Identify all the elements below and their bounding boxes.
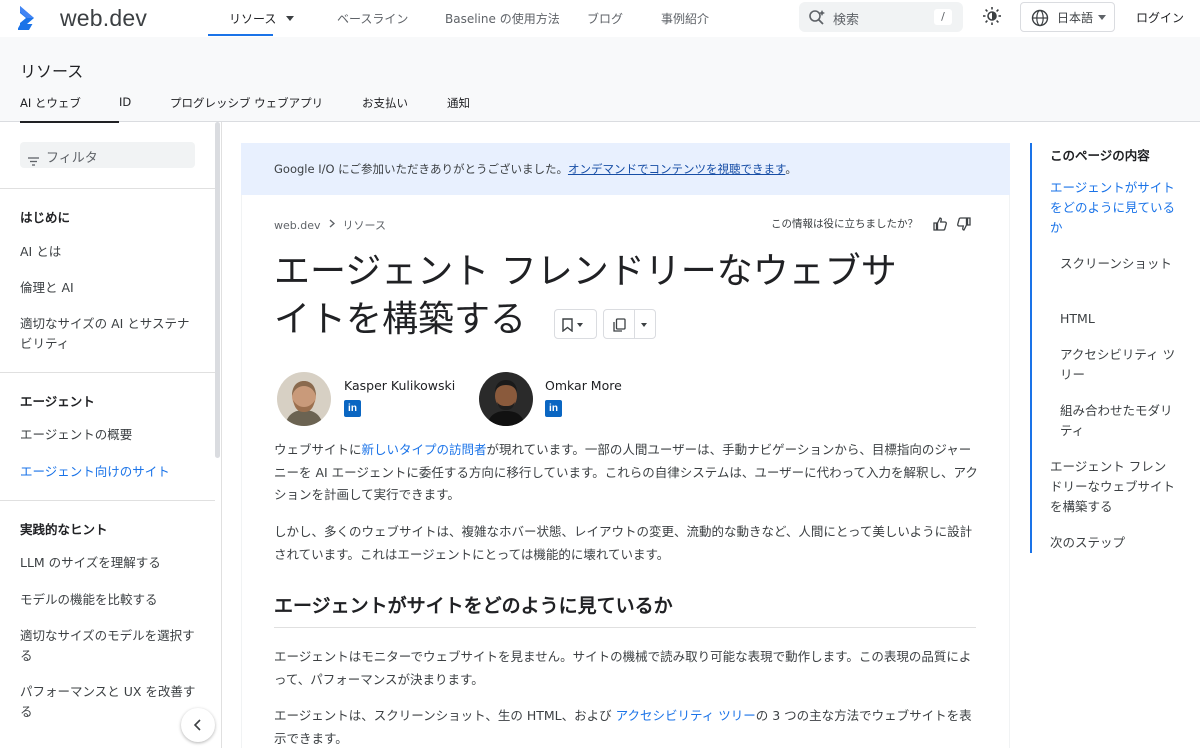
bookmark-button[interactable] — [554, 309, 597, 339]
sidebar-heading-intro: はじめに — [20, 210, 71, 225]
paragraph-text: ウェブサイトに — [274, 442, 362, 457]
nav-resources[interactable]: リソース — [208, 0, 295, 37]
copy-button[interactable] — [603, 309, 656, 339]
sidebar-divider — [0, 500, 215, 501]
feedback-prompt: この情報は役に立ちましたか？ — [771, 218, 918, 230]
top-bar: web.dev リソース ベースライン Baseline の使用方法 ブログ 事… — [0, 0, 1200, 37]
sidebar-divider — [0, 372, 215, 373]
bookmark-icon — [562, 318, 573, 332]
author-name: Omkar More — [545, 378, 622, 393]
filter-icon — [28, 151, 39, 170]
sidebar-item-what-is-ai[interactable]: AI とは — [20, 242, 200, 262]
toc-item[interactable]: スクリーンショット — [1060, 254, 1185, 274]
avatar[interactable] — [277, 372, 331, 426]
sidebar-item-right-sized-ai[interactable]: 適切なサイズの AI とサステナビリティ — [20, 314, 200, 354]
page-title-line-1: エージェント フレンドリーなウェブサ — [274, 251, 897, 292]
active-nav-indicator — [208, 34, 273, 36]
tab-payments[interactable]: お支払い — [362, 95, 408, 122]
collapse-sidebar-button[interactable] — [181, 708, 215, 742]
search-input[interactable]: 検索 — [833, 9, 859, 28]
left-sidebar: フィルタ はじめに AI とは 倫理と AI 適切なサイズの AI とサステナビ… — [0, 122, 222, 748]
language-label: 日本語 — [1057, 10, 1094, 25]
chevron-right-icon — [329, 219, 335, 231]
accessibility-tree-link[interactable]: アクセシビリティ ツリー — [616, 708, 756, 723]
chevron-down-icon — [286, 16, 295, 21]
toc-item[interactable]: エージェントがサイトをどのように見ているか — [1050, 178, 1175, 238]
article-paragraph: エージェントはモニターでウェブサイトを見ません。サイトの機械で読み取り可能な表現… — [274, 649, 972, 687]
sidebar-divider — [0, 188, 215, 189]
thumbs-up-icon[interactable] — [932, 216, 948, 236]
breadcrumb-resources[interactable]: リソース — [343, 217, 386, 233]
sidebar-heading-agents: エージェント — [20, 394, 95, 409]
tab-notifications[interactable]: 通知 — [447, 95, 470, 122]
article-paragraph: しかし、多くのウェブサイトは、複雑なホバー状態、レイアウトの変更、流動的な動きな… — [274, 524, 973, 562]
site-logo[interactable]: web.dev — [16, 4, 148, 32]
nav-blog[interactable]: ブログ — [587, 0, 623, 37]
sidebar-item-choose-model[interactable]: 適切なサイズのモデルを選択する — [20, 626, 200, 666]
article-paragraph: エージェントは、スクリーンショット、生の HTML、および アクセシビリティ ツ… — [274, 705, 979, 748]
article-paragraph: ウェブサイトに新しいタイプの訪問者が現れています。一部の人間ユーザーは、手動ナビ… — [274, 439, 979, 507]
logo-text: web.dev — [60, 4, 148, 31]
chevron-down-icon — [577, 323, 583, 327]
sidebar-item-compare-models[interactable]: モデルの機能を比較する — [20, 590, 200, 610]
toc-item[interactable]: 次のステップ — [1050, 533, 1175, 553]
banner-text: Google I/O にご参加いただきありがとうございました。オンデマンドでコン… — [274, 161, 797, 177]
search-spark-icon — [808, 9, 826, 29]
tab-label: AI とウェブ — [20, 96, 81, 110]
avatar[interactable] — [479, 372, 533, 426]
chevron-down-icon — [1098, 14, 1107, 20]
filter-input[interactable]: フィルタ — [20, 142, 195, 168]
sidebar-item-sites-for-agents[interactable]: エージェント向けのサイト — [20, 462, 200, 482]
thumbs-down-icon[interactable] — [956, 216, 972, 236]
linkedin-icon[interactable]: in — [344, 400, 361, 417]
toc-item[interactable]: アクセシビリティ ツリー — [1060, 345, 1185, 385]
toc-item[interactable]: エージェント フレンドリーなウェブサイトを構築する — [1050, 457, 1175, 517]
breadcrumb-home[interactable]: web.dev — [274, 219, 321, 232]
sidebar-scrollbar[interactable] — [215, 122, 220, 458]
sidebar-item-llm-size[interactable]: LLM のサイズを理解する — [20, 553, 200, 573]
chevron-left-icon — [193, 719, 201, 731]
toc-item[interactable]: HTML — [1060, 309, 1185, 329]
nav-resources-label: リソース — [229, 12, 277, 26]
nav-baseline[interactable]: ベースライン — [337, 0, 408, 37]
section-title: リソース — [20, 62, 84, 81]
tab-id[interactable]: ID — [119, 95, 131, 122]
new-visitors-link[interactable]: 新しいタイプの訪問者 — [362, 442, 487, 457]
language-selector[interactable]: 日本語 — [1020, 2, 1115, 32]
author-name: Kasper Kulikowski — [344, 378, 456, 393]
sidebar-item-agents-overview[interactable]: エージェントの概要 — [20, 425, 200, 445]
tab-pwa[interactable]: プログレッシブ ウェブアプリ — [170, 95, 323, 122]
toc-title: このページの内容 — [1050, 148, 1150, 163]
table-of-contents: このページの内容 エージェントがサイトをどのように見ているか スクリーンショット… — [1030, 143, 1190, 553]
copy-icon — [613, 318, 626, 332]
nav-case-studies[interactable]: 事例紹介 — [661, 0, 709, 37]
paragraph-text: エージェントは、スクリーンショット、生の HTML、および — [274, 708, 616, 723]
banner-suffix: 。 — [785, 162, 797, 176]
search-shortcut-key: / — [934, 9, 952, 25]
announcement-banner: Google I/O にご参加いただきありがとうございました。オンデマンドでコン… — [241, 143, 1010, 195]
breadcrumb: web.dev リソース — [274, 217, 386, 233]
theme-toggle-icon[interactable] — [982, 6, 1002, 30]
linkedin-icon[interactable]: in — [545, 400, 562, 417]
button-divider — [634, 310, 635, 338]
nav-baseline-usage[interactable]: Baseline の使用方法 — [445, 0, 560, 37]
filter-placeholder: フィルタ — [46, 151, 98, 166]
tab-ai-web[interactable]: AI とウェブ — [20, 95, 119, 123]
toc-item[interactable]: 組み合わせたモダリティ — [1060, 401, 1185, 441]
sidebar-item-ethics-ai[interactable]: 倫理と AI — [20, 278, 200, 298]
section-heading: エージェントがサイトをどのように見ているか — [274, 591, 976, 628]
login-button[interactable]: ログイン — [1136, 9, 1184, 26]
banner-message: Google I/O にご参加いただきありがとうございました。 — [274, 162, 568, 176]
sidebar-heading-practical-tips: 実践的なヒント — [20, 522, 108, 537]
globe-icon — [1031, 9, 1049, 31]
section-header: リソース AI とウェブ ID プログレッシブ ウェブアプリ お支払い 通知 — [0, 37, 1200, 123]
banner-link[interactable]: オンデマンドでコンテンツを視聴できます — [568, 162, 785, 176]
chevron-down-icon — [641, 323, 647, 327]
sidebar-item-improve-perf-ux[interactable]: パフォーマンスと UX を改善する — [20, 682, 200, 722]
web-dev-logo-icon — [16, 4, 46, 32]
